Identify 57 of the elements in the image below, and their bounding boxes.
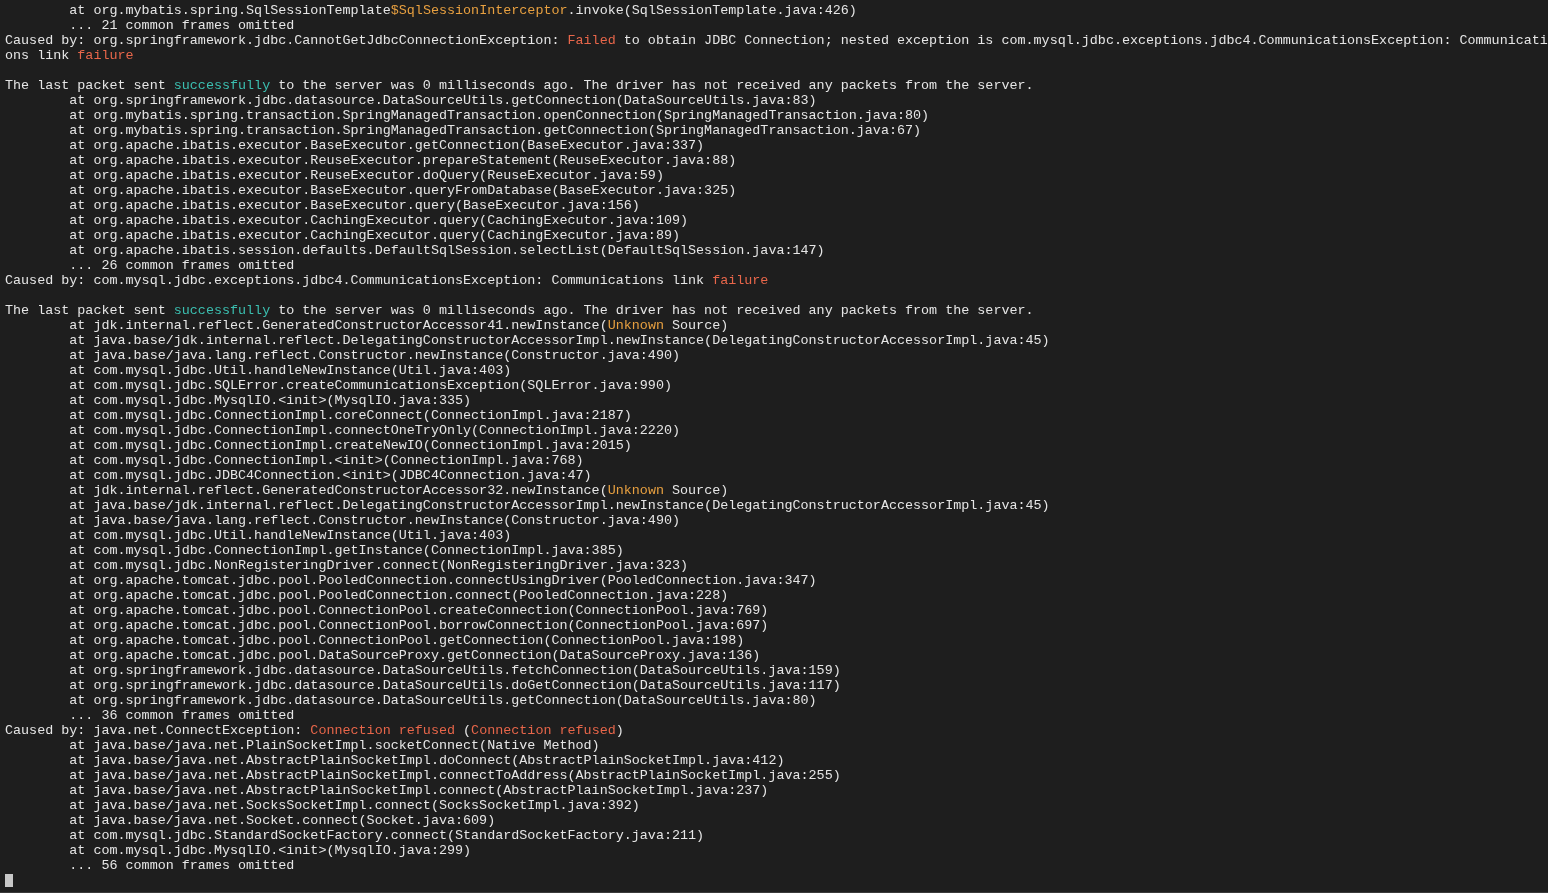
log-line: at org.mybatis.spring.transaction.SpringManagedTransaction.getConnection(SpringManagedTransaction.java:67) [68,123,922,138]
log-line: at com.mysql.jdbc.SQLError.createCommunicationsException(SQLError.java:990) [68,378,672,393]
log-line: ... 36 common frames omitted [68,708,295,723]
log-line: at org.mybatis.spring.SqlSessionTemplate$SqlSessionInterceptor.invoke(SqlSessionTemplate.java:426) [68,3,857,18]
log-line: at com.mysql.jdbc.ConnectionImpl.createNewIO(ConnectionImpl.java:2015) [68,438,632,453]
log-line: at jdk.internal.reflect.GeneratedConstructorAccessor32.newInstance(Unknown Source) [68,483,729,498]
log-line: The last packet sent successfully to the server was 0 milliseconds ago. The driver has not received any packets from the server. [5,78,1034,93]
log-line: ... 21 common frames omitted [68,18,295,33]
text-cursor [5,874,13,887]
log-line: ... 56 common frames omitted [68,858,295,873]
log-line: ons link failure [5,48,134,63]
log-line: at org.apache.ibatis.executor.BaseExecutor.queryFromDatabase(BaseExecutor.java:325) [68,183,737,198]
log-line: at java.base/java.net.Socket.connect(Socket.java:609) [68,813,496,828]
log-line: Caused by: org.springframework.jdbc.CannotGetJdbcConnectionException: Failed to obtain JDBC Connection; nested exception is com.mysql.jdbc.exceptions.jdbc4.CommunicationsException: Communicati [5,33,1548,48]
log-line: at java.base/jdk.internal.reflect.DelegatingConstructorAccessorImpl.newInstance(DelegatingConstructorAccessorImpl.java:45) [68,333,1050,348]
log-line: at java.base/java.net.AbstractPlainSocketImpl.doConnect(AbstractPlainSocketImpl.java:412) [68,753,785,768]
log-line: at org.apache.tomcat.jdbc.pool.PooledConnection.connectUsingDriver(PooledConnection.java:347) [68,573,817,588]
log-line: at org.apache.tomcat.jdbc.pool.ConnectionPool.borrowConnection(ConnectionPool.java:697) [68,618,769,633]
log-line: at java.base/java.net.SocksSocketImpl.connect(SocksSocketImpl.java:392) [68,798,640,813]
log-line: at com.mysql.jdbc.ConnectionImpl.coreConnect(ConnectionImpl.java:2187) [68,408,632,423]
log-line: at org.apache.ibatis.executor.ReuseExecutor.prepareStatement(ReuseExecutor.java:88) [68,153,737,168]
log-line: at org.springframework.jdbc.datasource.DataSourceUtils.doGetConnection(DataSourceUtils.java:117) [68,678,841,693]
log-line: at com.mysql.jdbc.ConnectionImpl.connectOneTryOnly(ConnectionImpl.java:2220) [68,423,680,438]
log-line: ... 26 common frames omitted [68,258,295,273]
log-line: at org.apache.tomcat.jdbc.pool.ConnectionPool.createConnection(ConnectionPool.java:769) [68,603,769,618]
log-line: at org.apache.ibatis.executor.ReuseExecutor.doQuery(ReuseExecutor.java:59) [68,168,664,183]
log-line: at java.base/java.net.PlainSocketImpl.socketConnect(Native Method) [68,738,600,753]
log-line: at com.mysql.jdbc.NonRegisteringDriver.connect(NonRegisteringDriver.java:323) [68,558,689,573]
log-line: at org.apache.ibatis.executor.BaseExecutor.getConnection(BaseExecutor.java:337) [68,138,705,153]
log-line: at org.apache.ibatis.executor.CachingExecutor.query(CachingExecutor.java:109) [68,213,689,228]
log-line: at org.apache.ibatis.executor.CachingExecutor.query(CachingExecutor.java:89) [68,228,680,243]
log-line: at org.mybatis.spring.transaction.SpringManagedTransaction.openConnection(SpringManagedTransaction.java:80) [68,108,930,123]
log-line: at jdk.internal.reflect.GeneratedConstructorAccessor41.newInstance(Unknown Source) [68,318,729,333]
log-line: at java.base/jdk.internal.reflect.DelegatingConstructorAccessorImpl.newInstance(DelegatingConstructorAccessorImpl.java:45) [68,498,1050,513]
log-line: at org.springframework.jdbc.datasource.DataSourceUtils.getConnection(DataSourceUtils.java:80) [68,693,817,708]
log-line: at org.apache.tomcat.jdbc.pool.ConnectionPool.getConnection(ConnectionPool.java:198) [68,633,745,648]
log-line: at java.base/java.lang.reflect.Constructor.newInstance(Constructor.java:490) [68,513,680,528]
log-line: at java.base/java.lang.reflect.Constructor.newInstance(Constructor.java:490) [68,348,680,363]
log-line: at com.mysql.jdbc.JDBC4Connection.<init>(JDBC4Connection.java:47) [68,468,592,483]
log-line: at com.mysql.jdbc.MysqlIO.<init>(MysqlIO.java:335) [68,393,472,408]
log-line: at org.apache.tomcat.jdbc.pool.DataSourceProxy.getConnection(DataSourceProxy.java:136) [68,648,761,663]
log-line: at org.springframework.jdbc.datasource.DataSourceUtils.getConnection(DataSourceUtils.java:83) [68,93,817,108]
log-line: at org.apache.tomcat.jdbc.pool.PooledConnection.connect(PooledConnection.java:228) [68,588,729,603]
log-line: The last packet sent successfully to the server was 0 milliseconds ago. The driver has not received any packets from the server. [5,303,1034,318]
log-line: at com.mysql.jdbc.Util.handleNewInstance(Util.java:403) [68,363,512,378]
log-line: at com.mysql.jdbc.ConnectionImpl.getInstance(ConnectionImpl.java:385) [68,543,624,558]
log-line: at org.springframework.jdbc.datasource.DataSourceUtils.fetchConnection(DataSourceUtils.java:159) [68,663,841,678]
log-line: Caused by: com.mysql.jdbc.exceptions.jdbc4.CommunicationsException: Communications link failure [5,273,769,288]
log-line: at com.mysql.jdbc.ConnectionImpl.<init>(ConnectionImpl.java:768) [68,453,584,468]
log-line: at java.base/java.net.AbstractPlainSocketImpl.connectToAddress(AbstractPlainSocketImpl.java:255) [68,768,841,783]
log-line: at com.mysql.jdbc.Util.handleNewInstance(Util.java:403) [68,528,512,543]
log-line: at org.apache.ibatis.session.defaults.DefaultSqlSession.selectList(DefaultSqlSession.java:147) [68,243,825,258]
log-line: Caused by: java.net.ConnectException: Connection refused (Connection refused) [5,723,624,738]
log-line: at com.mysql.jdbc.MysqlIO.<init>(MysqlIO.java:299) [68,843,472,858]
log-line: at com.mysql.jdbc.StandardSocketFactory.connect(StandardSocketFactory.java:211) [68,828,705,843]
log-line: at java.base/java.net.AbstractPlainSocketImpl.connect(AbstractPlainSocketImpl.java:237) [68,783,769,798]
log-line: at org.apache.ibatis.executor.BaseExecutor.query(BaseExecutor.java:156) [68,198,640,213]
